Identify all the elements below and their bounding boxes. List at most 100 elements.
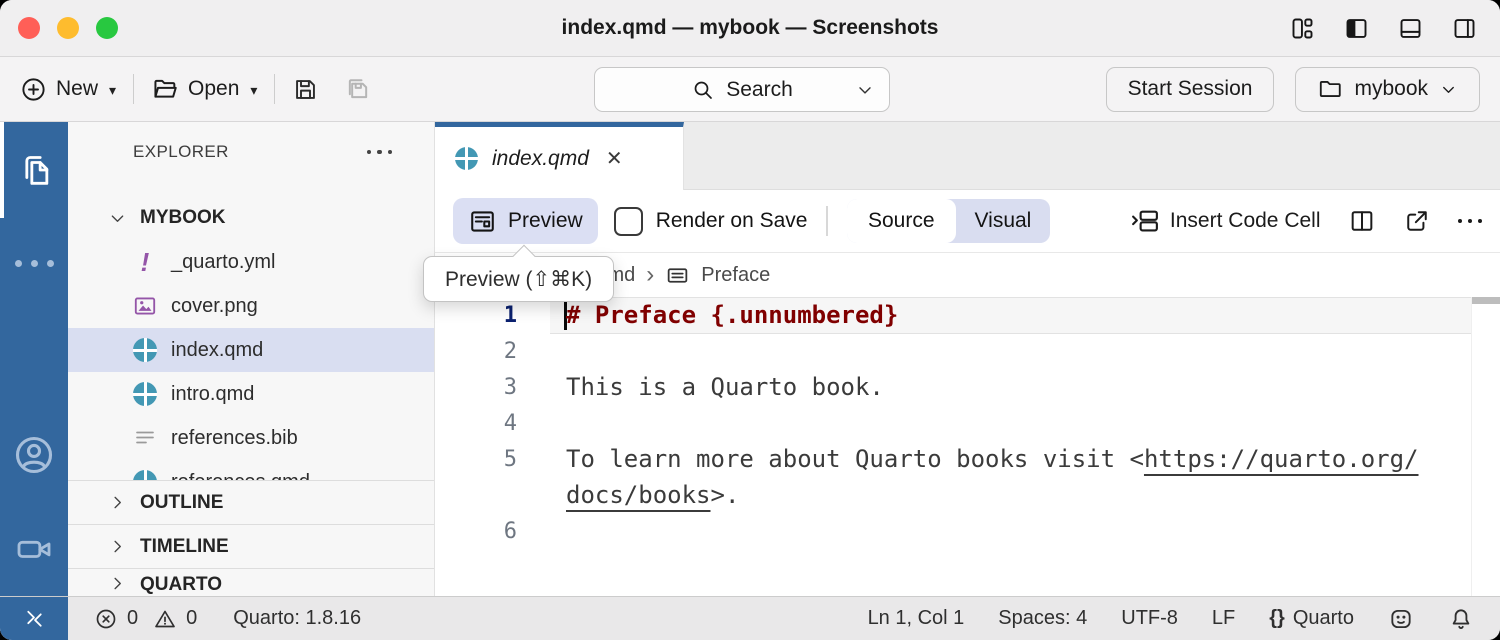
toggle-right-panel-icon[interactable]: [1451, 15, 1478, 42]
divider: [274, 74, 275, 104]
workspace-switcher-button[interactable]: mybook: [1295, 67, 1480, 112]
quarto-icon: [132, 381, 158, 407]
remote-indicator[interactable]: [0, 597, 68, 640]
new-label: New: [56, 77, 98, 101]
outline-section-header[interactable]: OUTLINE: [68, 480, 434, 524]
activity-bar: [0, 122, 68, 596]
open-button[interactable]: Open: [151, 75, 257, 103]
chevron-right-icon: [646, 263, 654, 288]
chevron-down-icon: [1439, 80, 1458, 99]
folder-open-icon: [151, 75, 179, 103]
warning-icon: [153, 607, 177, 631]
account-icon[interactable]: [12, 433, 56, 477]
more-actions-icon[interactable]: [1458, 219, 1483, 224]
line-number: 1: [435, 303, 517, 328]
code-line-wrap: docs/books>.: [435, 477, 1500, 513]
quarto-version-status-item[interactable]: Quarto: 1.8.16: [233, 607, 361, 630]
file-row-cover-png[interactable]: cover.png: [68, 284, 434, 328]
line-number: 2: [435, 339, 517, 364]
search-placeholder: Search: [726, 78, 793, 102]
bibliography-icon: [132, 425, 158, 451]
new-file-button[interactable]: New: [20, 76, 116, 103]
start-session-button[interactable]: Start Session: [1106, 67, 1275, 112]
explorer-activity-item[interactable]: [0, 122, 68, 218]
workspace-root-folder[interactable]: MYBOOK: [68, 196, 434, 240]
timeline-section-header[interactable]: TIMELINE: [68, 524, 434, 568]
save-icon[interactable]: [292, 76, 319, 103]
file-tree: _quarto.yml cover.png index.qmd intro.qm…: [68, 240, 434, 480]
problems-status-item[interactable]: 0 0: [94, 607, 197, 631]
render-on-save-checkbox[interactable]: [614, 207, 643, 236]
open-in-new-window-icon[interactable]: [1403, 207, 1431, 235]
code-line: 5 To learn more about Quarto books visit…: [435, 441, 1500, 477]
insert-code-cell-icon: [1130, 206, 1160, 236]
file-row-intro-qmd[interactable]: intro.qmd: [68, 372, 434, 416]
toggle-left-panel-icon[interactable]: [1343, 15, 1370, 42]
eol-status-item[interactable]: LF: [1212, 607, 1235, 630]
more-activity-items-icon[interactable]: [15, 260, 54, 267]
line-number: 6: [435, 519, 517, 544]
explorer-more-actions-icon[interactable]: [367, 150, 393, 155]
cursor-position-status-item[interactable]: Ln 1, Col 1: [868, 607, 965, 630]
error-icon: [94, 607, 118, 631]
workspace-label: mybook: [1354, 77, 1428, 101]
code-line: 4: [435, 405, 1500, 441]
visual-mode-button[interactable]: Visual: [956, 209, 1051, 233]
feedback-smiley-icon[interactable]: [1388, 606, 1414, 632]
preview-button[interactable]: Preview: [453, 198, 598, 244]
status-bar: 0 0 Quarto: 1.8.16 Ln 1, Col 1 Spaces: 4…: [0, 596, 1500, 640]
quarto-icon: [132, 469, 158, 480]
hyperlink[interactable]: docs/books: [566, 481, 711, 509]
video-camera-icon[interactable]: [14, 529, 54, 569]
close-window-button[interactable]: [18, 17, 40, 39]
indentation-status-item[interactable]: Spaces: 4: [998, 607, 1087, 630]
custom-layout-icon[interactable]: [1289, 15, 1316, 42]
warning-count: 0: [186, 607, 197, 630]
zoom-window-button[interactable]: [96, 17, 118, 39]
hyperlink[interactable]: https://quarto.org/: [1144, 445, 1419, 473]
code-line: 2: [435, 333, 1500, 369]
source-mode-button[interactable]: Source: [847, 199, 956, 243]
file-row-index-qmd[interactable]: index.qmd: [68, 328, 434, 372]
chevron-right-icon: [108, 537, 127, 556]
insert-code-cell-label: Insert Code Cell: [1170, 209, 1321, 233]
search-input[interactable]: Search: [594, 67, 890, 112]
divider: [826, 206, 828, 236]
open-label: Open: [188, 77, 239, 101]
quarto-section-header[interactable]: QUARTO: [68, 568, 434, 596]
encoding-status-item[interactable]: UTF-8: [1121, 607, 1178, 630]
breadcrumb-symbol[interactable]: Preface: [701, 264, 770, 287]
chevron-down-icon: [108, 209, 127, 228]
file-row-references-bib[interactable]: references.bib: [68, 416, 434, 460]
save-all-icon[interactable]: [344, 75, 372, 103]
code-line: 3 This is a Quarto book.: [435, 369, 1500, 405]
code-editor[interactable]: 1 # Preface {.unnumbered} 2 3 This is a …: [435, 297, 1500, 596]
braces-icon: {}: [1269, 607, 1285, 630]
preview-tooltip: Preview (⇧⌘K): [423, 256, 614, 302]
yaml-icon: [132, 249, 158, 275]
tab-index-qmd[interactable]: index.qmd: [435, 122, 684, 190]
chevron-down-icon[interactable]: [855, 80, 875, 100]
tab-strip: index.qmd: [435, 122, 1500, 190]
traffic-lights: [18, 17, 118, 39]
toggle-bottom-panel-icon[interactable]: [1397, 15, 1424, 42]
chevron-right-icon: [108, 493, 127, 512]
minimize-window-button[interactable]: [57, 17, 79, 39]
section-symbol-icon: [665, 263, 690, 288]
start-session-label: Start Session: [1128, 77, 1253, 101]
app-window: index.qmd — mybook — Screenshots New: [0, 0, 1500, 640]
explorer-header-label: EXPLORER: [133, 142, 229, 162]
language-mode-status-item[interactable]: {} Quarto: [1269, 607, 1354, 630]
line-number: 5: [435, 447, 517, 472]
insert-code-cell-button[interactable]: Insert Code Cell: [1130, 206, 1321, 236]
source-visual-toggle: Source Visual: [847, 199, 1050, 243]
file-row-references-qmd[interactable]: references.qmd: [68, 460, 434, 480]
tooltip-text: Preview (⇧⌘K): [445, 267, 592, 292]
file-row-quarto-yml[interactable]: _quarto.yml: [68, 240, 434, 284]
split-editor-icon[interactable]: [1348, 207, 1376, 235]
close-icon[interactable]: [606, 146, 623, 171]
dropdown-caret-icon: [107, 77, 116, 101]
error-count: 0: [127, 607, 138, 630]
plus-circle-icon: [20, 76, 47, 103]
notifications-bell-icon[interactable]: [1448, 606, 1474, 632]
